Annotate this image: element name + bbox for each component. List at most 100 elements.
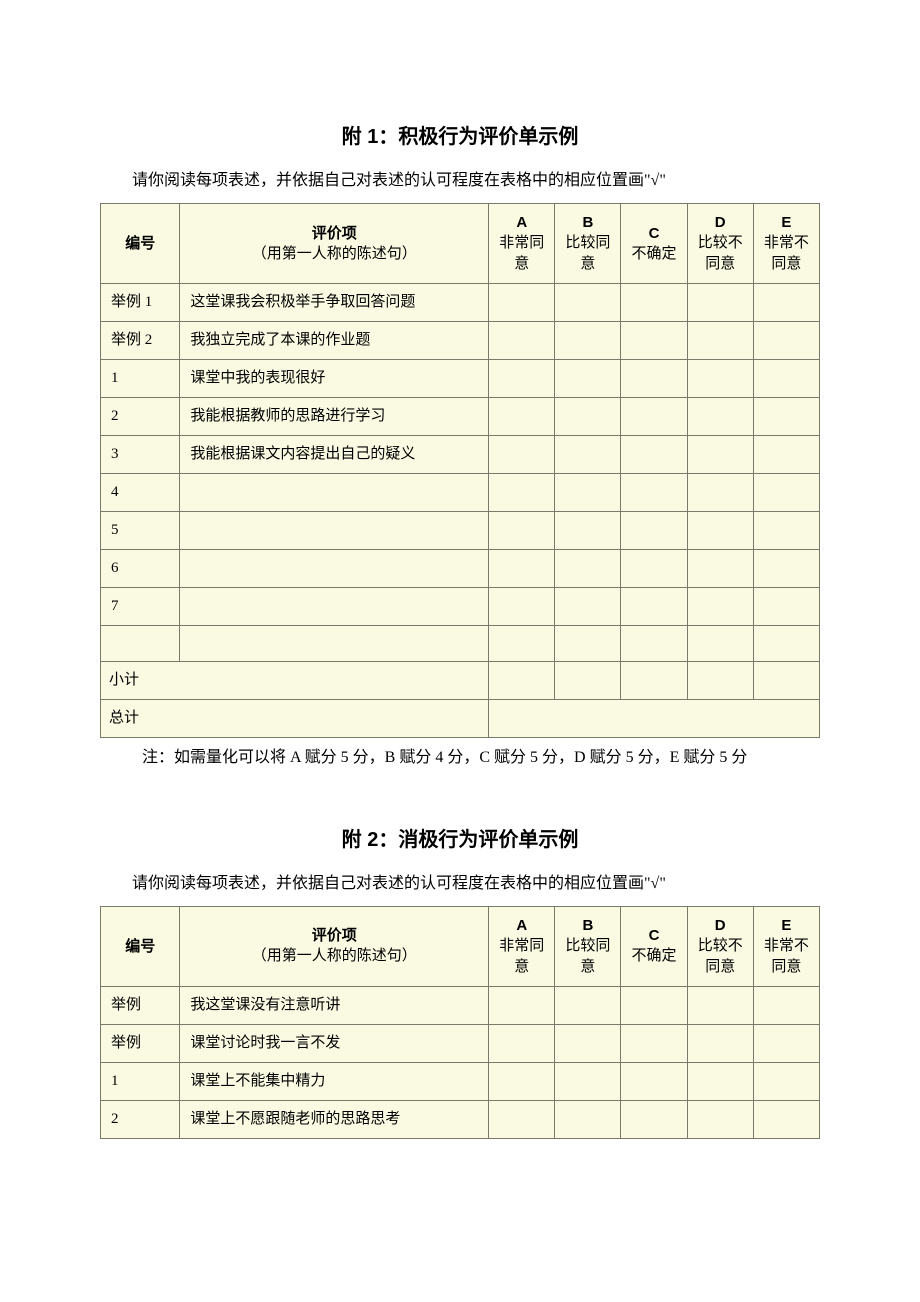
cell-desc: 我独立完成了本课的作业题 — [180, 322, 489, 360]
th-e: E 非常不同意 — [753, 906, 819, 986]
th-item: 评价项 （用第一人称的陈述句） — [180, 204, 489, 284]
cell-check[interactable] — [621, 474, 687, 512]
cell-check[interactable] — [489, 398, 555, 436]
cell-check[interactable] — [621, 322, 687, 360]
subtotal-label: 小计 — [101, 662, 489, 700]
cell-check[interactable] — [555, 284, 621, 322]
cell-check[interactable] — [753, 588, 819, 626]
cell-check[interactable] — [687, 588, 753, 626]
cell-check[interactable] — [555, 322, 621, 360]
cell-check[interactable] — [621, 360, 687, 398]
cell-check[interactable] — [555, 626, 621, 662]
cell-check[interactable] — [687, 550, 753, 588]
cell-check[interactable] — [555, 398, 621, 436]
cell-check[interactable] — [687, 1024, 753, 1062]
table-row: 6 — [101, 550, 820, 588]
cell-num: 举例 — [101, 1024, 180, 1062]
cell-check[interactable] — [687, 626, 753, 662]
th-e-label: E — [781, 214, 791, 231]
cell-check[interactable] — [489, 588, 555, 626]
cell-check[interactable] — [489, 986, 555, 1024]
cell-check[interactable] — [753, 550, 819, 588]
cell-desc: 这堂课我会积极举手争取回答问题 — [180, 284, 489, 322]
cell-check[interactable] — [687, 436, 753, 474]
cell-check[interactable] — [489, 322, 555, 360]
cell-check[interactable] — [687, 986, 753, 1024]
table-row: 4 — [101, 474, 820, 512]
cell-check[interactable] — [753, 322, 819, 360]
cell-num: 7 — [101, 588, 180, 626]
cell-check[interactable] — [555, 550, 621, 588]
cell-check[interactable] — [753, 1024, 819, 1062]
subtotal-cell — [621, 662, 687, 700]
cell-check[interactable] — [687, 360, 753, 398]
cell-check[interactable] — [753, 986, 819, 1024]
cell-num: 4 — [101, 474, 180, 512]
cell-check[interactable] — [687, 1062, 753, 1100]
cell-check[interactable] — [555, 512, 621, 550]
cell-check[interactable] — [621, 1024, 687, 1062]
cell-check[interactable] — [555, 1100, 621, 1138]
cell-check[interactable] — [687, 284, 753, 322]
cell-check[interactable] — [489, 1100, 555, 1138]
cell-check[interactable] — [621, 436, 687, 474]
cell-check[interactable] — [555, 588, 621, 626]
cell-check[interactable] — [555, 1024, 621, 1062]
th-b-sub: 比较同意 — [561, 233, 614, 275]
cell-check[interactable] — [753, 284, 819, 322]
cell-check[interactable] — [753, 360, 819, 398]
cell-check[interactable] — [555, 986, 621, 1024]
th-c: C 不确定 — [621, 204, 687, 284]
cell-check[interactable] — [489, 626, 555, 662]
th-d: D 比较不同意 — [687, 204, 753, 284]
table-row: 2我能根据教师的思路进行学习 — [101, 398, 820, 436]
cell-check[interactable] — [555, 1062, 621, 1100]
th-a-label: A — [516, 917, 527, 934]
th-c-sub: 不确定 — [627, 946, 680, 967]
cell-num: 1 — [101, 360, 180, 398]
table-row: 举例 1这堂课我会积极举手争取回答问题 — [101, 284, 820, 322]
cell-check[interactable] — [753, 436, 819, 474]
cell-check[interactable] — [753, 626, 819, 662]
subtotal-cell — [555, 662, 621, 700]
cell-check[interactable] — [753, 1100, 819, 1138]
cell-check[interactable] — [621, 986, 687, 1024]
cell-check[interactable] — [489, 550, 555, 588]
cell-check[interactable] — [489, 360, 555, 398]
cell-check[interactable] — [555, 360, 621, 398]
cell-check[interactable] — [555, 436, 621, 474]
cell-check[interactable] — [621, 1062, 687, 1100]
th-a: A 非常同意 — [489, 204, 555, 284]
cell-check[interactable] — [489, 512, 555, 550]
cell-check[interactable] — [687, 512, 753, 550]
cell-check[interactable] — [621, 626, 687, 662]
th-d-sub: 比较不同意 — [694, 233, 747, 275]
cell-check[interactable] — [489, 436, 555, 474]
cell-check[interactable] — [687, 398, 753, 436]
cell-check[interactable] — [687, 1100, 753, 1138]
th-a-label: A — [516, 214, 527, 231]
cell-check[interactable] — [687, 474, 753, 512]
cell-check[interactable] — [489, 1024, 555, 1062]
cell-check[interactable] — [621, 588, 687, 626]
cell-check[interactable] — [489, 474, 555, 512]
cell-check[interactable] — [621, 550, 687, 588]
cell-check[interactable] — [687, 322, 753, 360]
cell-check[interactable] — [753, 1062, 819, 1100]
cell-check[interactable] — [621, 398, 687, 436]
cell-desc: 我这堂课没有注意听讲 — [180, 986, 489, 1024]
cell-check[interactable] — [621, 1100, 687, 1138]
cell-check[interactable] — [753, 474, 819, 512]
total-label: 总计 — [101, 700, 489, 738]
cell-check[interactable] — [489, 1062, 555, 1100]
cell-check[interactable] — [621, 512, 687, 550]
table2-header-row: 编号 评价项 （用第一人称的陈述句） A 非常同意 B 比较同意 C 不确定 D… — [101, 906, 820, 986]
th-a: A 非常同意 — [489, 906, 555, 986]
cell-check[interactable] — [753, 512, 819, 550]
cell-check[interactable] — [489, 284, 555, 322]
cell-check[interactable] — [753, 398, 819, 436]
cell-check[interactable] — [621, 284, 687, 322]
cell-num: 6 — [101, 550, 180, 588]
cell-check[interactable] — [555, 474, 621, 512]
th-b-label: B — [582, 917, 593, 934]
